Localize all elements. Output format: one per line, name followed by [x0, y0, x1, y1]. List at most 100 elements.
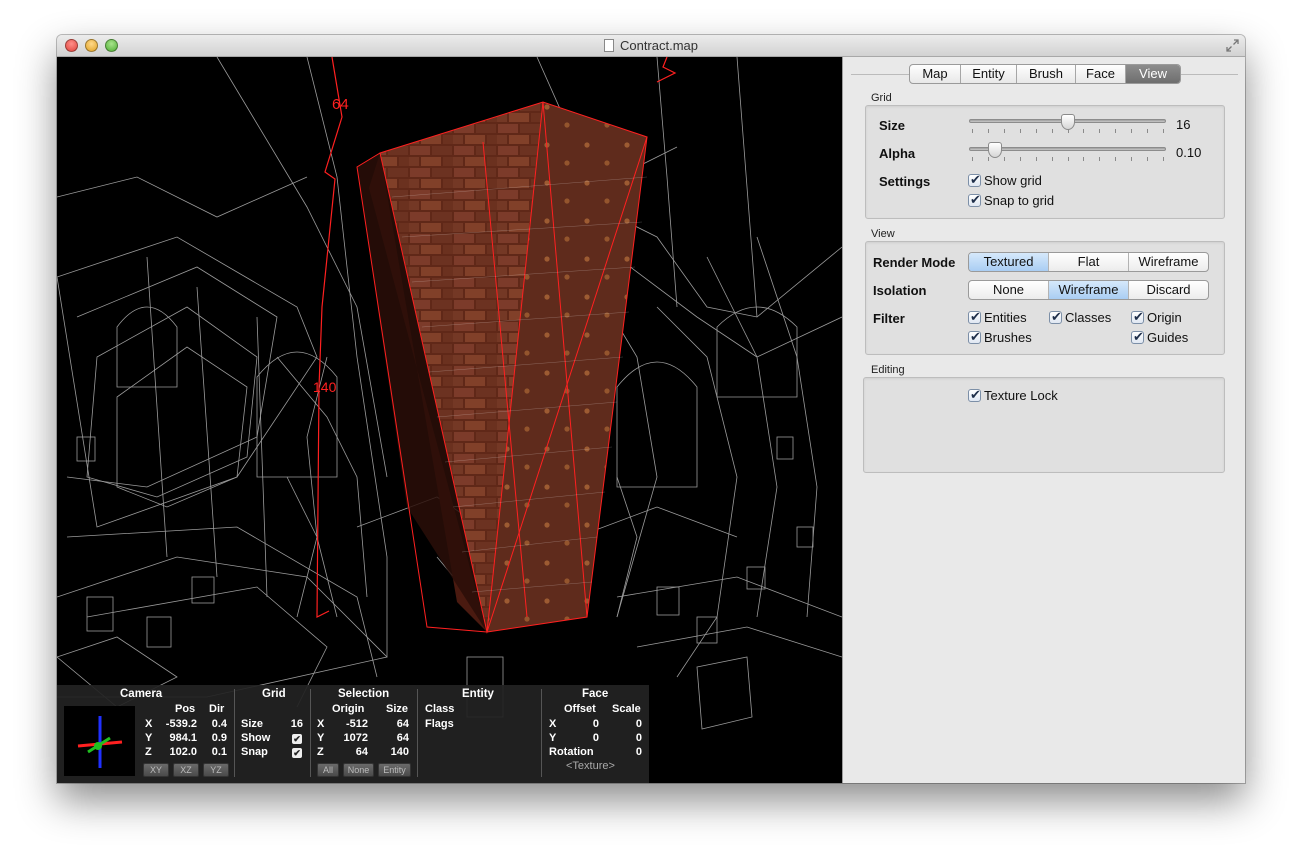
slider-tick [1099, 157, 1101, 161]
isolation-label: Isolation [873, 283, 927, 298]
render-mode-textured[interactable]: Textured [969, 253, 1049, 271]
filter-origin-checkbox[interactable]: Origin [1131, 309, 1182, 325]
slider-tick [1019, 157, 1021, 161]
3d-viewport[interactable]: 64 140 Camera Pos Dir X -539.2 0.4 Y 984… [57, 57, 842, 783]
selection-z-origin: 64 [355, 746, 368, 758]
checkbox-checked-icon[interactable] [968, 172, 981, 188]
slider-tick [972, 157, 973, 161]
grid-snap-label: Snap [241, 746, 268, 758]
slider-tick [1099, 129, 1101, 133]
grid-alpha-slider-thumb[interactable] [987, 142, 1002, 158]
selection-z-label: Z [317, 746, 324, 758]
grid-show-checkbox[interactable]: ✔ [292, 734, 302, 744]
camera-y-dir: 0.9 [211, 732, 227, 744]
isolation-wireframe[interactable]: Wireframe [1049, 281, 1129, 299]
slider-tick [1067, 157, 1069, 161]
slider-tick [1115, 157, 1117, 161]
face-x-label: X [549, 718, 557, 730]
camera-axis-widget [64, 706, 135, 776]
checkbox-checked-icon[interactable] [1131, 309, 1144, 325]
slider-tick [1035, 157, 1037, 161]
checkbox-checked-icon[interactable] [968, 309, 981, 325]
camera-xz-button[interactable]: XZ [173, 763, 199, 777]
measure-label-top: 64 [332, 96, 349, 113]
checkbox-checked-icon[interactable] [1131, 329, 1144, 345]
select-entity-button[interactable]: Entity [378, 763, 411, 777]
fullscreen-icon[interactable] [1226, 39, 1239, 52]
document-icon [603, 39, 614, 52]
checkbox-checked-icon[interactable] [1049, 309, 1062, 325]
selection-origin-header: Origin [332, 703, 365, 715]
render-mode-wireframe[interactable]: Wireframe [1129, 253, 1208, 271]
grid-settings-label: Settings [879, 174, 931, 189]
camera-dir-header: Dir [209, 703, 225, 715]
slider-tick [1131, 157, 1133, 161]
title-bar[interactable]: Contract.map [57, 35, 1245, 57]
inspector-panel: Map Entity Brush Face View Grid Size 16 … [842, 57, 1245, 783]
camera-z-dir: 0.1 [211, 746, 227, 758]
face-x-offset: 0 [592, 718, 599, 730]
grid-alpha-label: Alpha [879, 146, 916, 161]
selected-brush[interactable] [356, 101, 648, 634]
checkbox-checked-icon[interactable] [968, 329, 981, 345]
face-rotation-value: 0 [635, 746, 642, 758]
tab-entity[interactable]: Entity [961, 65, 1017, 83]
show-grid-checkbox[interactable]: Show grid [968, 172, 1042, 188]
info-bar-divider [234, 689, 235, 777]
render-mode-flat[interactable]: Flat [1049, 253, 1129, 271]
slider-tick [972, 129, 973, 133]
tab-brush[interactable]: Brush [1017, 65, 1076, 83]
grid-header: Grid [262, 688, 286, 700]
window-title: Contract.map [57, 38, 1245, 53]
axis-gizmo-icon [77, 716, 123, 768]
checkbox-checked-icon[interactable] [968, 192, 981, 208]
grid-snap-checkbox[interactable]: ✔ [292, 748, 302, 758]
filter-guides-checkbox[interactable]: Guides [1131, 329, 1189, 345]
editing-group-label: Editing [871, 364, 905, 376]
camera-yz-button[interactable]: YZ [203, 763, 229, 777]
info-bar-divider [417, 689, 418, 777]
slider-tick [1067, 129, 1069, 133]
filter-guides-label: Guides [1147, 330, 1189, 345]
slider-tick [1147, 129, 1149, 133]
camera-z-pos: 102.0 [169, 746, 197, 758]
texture-lock-checkbox[interactable]: Texture Lock [968, 387, 1058, 403]
camera-y-pos: 984.1 [169, 732, 197, 744]
slider-tick [987, 129, 989, 133]
map-scene[interactable]: 64 140 [57, 57, 842, 783]
render-mode-label: Render Mode [873, 255, 956, 270]
tab-face[interactable]: Face [1076, 65, 1126, 83]
isolation-discard[interactable]: Discard [1129, 281, 1208, 299]
camera-x-label: X [145, 718, 153, 730]
camera-pos-header: Pos [175, 703, 196, 715]
info-bar: Camera Pos Dir X -539.2 0.4 Y 984.1 0.9 … [57, 685, 649, 783]
tab-map[interactable]: Map [910, 65, 961, 83]
slider-tick [1163, 129, 1164, 133]
selection-y-size: 64 [396, 732, 409, 744]
filter-brushes-label: Brushes [984, 330, 1032, 345]
select-all-button[interactable]: All [317, 763, 339, 777]
tab-view[interactable]: View [1126, 65, 1180, 83]
selection-y-origin: 1072 [343, 732, 368, 744]
grid-size-slider-thumb[interactable] [1060, 114, 1075, 130]
select-none-button[interactable]: None [343, 763, 374, 777]
slider-tick [1051, 157, 1053, 161]
filter-classes-checkbox[interactable]: Classes [1049, 309, 1111, 325]
isolation-none[interactable]: None [969, 281, 1049, 299]
filter-entities-checkbox[interactable]: Entities [968, 309, 1027, 325]
face-header: Face [582, 688, 609, 700]
checkbox-checked-icon[interactable] [968, 387, 981, 403]
slider-tick [1051, 129, 1053, 133]
grid-size-label: Size [241, 718, 264, 730]
filter-brushes-checkbox[interactable]: Brushes [968, 329, 1032, 345]
face-x-scale: 0 [635, 718, 642, 730]
measure-label-side: 140 [313, 379, 337, 395]
camera-xy-button[interactable]: XY [143, 763, 169, 777]
slider-tick [987, 157, 989, 161]
filter-origin-label: Origin [1147, 310, 1182, 325]
snap-to-grid-checkbox[interactable]: Snap to grid [968, 192, 1054, 208]
slider-tick [1147, 157, 1149, 161]
face-y-scale: 0 [635, 732, 642, 744]
selection-x-size: 64 [396, 718, 409, 730]
window-title-text: Contract.map [619, 38, 699, 53]
